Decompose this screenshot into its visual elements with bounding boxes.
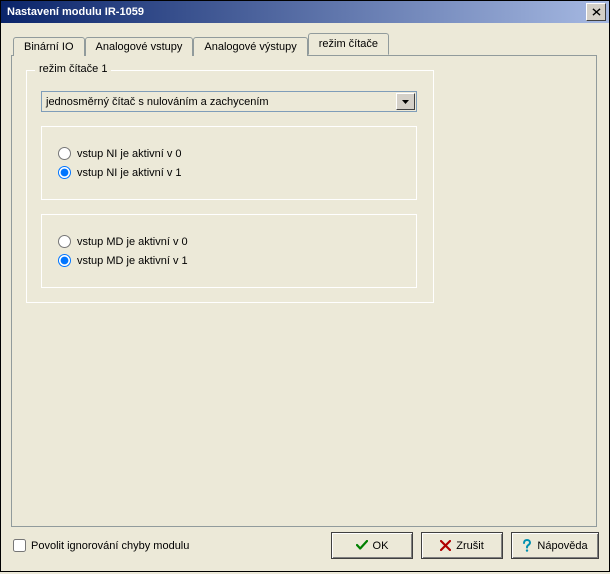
- dropdown-selected-value: jednosměrný čítač s nulováním a zachycen…: [46, 96, 269, 108]
- tab-panel: režim čítače 1 jednosměrný čítač s nulov…: [11, 55, 597, 527]
- radio-input[interactable]: [58, 254, 71, 267]
- close-icon: [592, 8, 601, 16]
- client-area: Binární IO Analogové vstupy Analogové vý…: [1, 23, 609, 571]
- button-row: OK Zrušit Nápověda: [331, 532, 599, 559]
- cancel-button[interactable]: Zrušit: [421, 532, 503, 559]
- radio-ni-active-0[interactable]: vstup NI je aktivní v 0: [56, 147, 402, 160]
- radio-md-active-0[interactable]: vstup MD je aktivní v 0: [56, 235, 402, 248]
- button-label: Zrušit: [456, 540, 484, 552]
- close-button[interactable]: [586, 3, 606, 21]
- group-ni: vstup NI je aktivní v 0 vstup NI je akti…: [41, 126, 417, 200]
- dialog-window: Nastavení modulu IR-1059 Binární IO Anal…: [0, 0, 610, 572]
- group-title: režim čítače 1: [35, 63, 111, 75]
- bottom-bar: Povolit ignorování chyby modulu OK Zruši…: [11, 532, 599, 559]
- chevron-down-icon: [402, 100, 409, 104]
- title-bar: Nastavení modulu IR-1059: [1, 1, 609, 23]
- tab-label: Analogové vstupy: [96, 41, 183, 53]
- radio-label: vstup NI je aktivní v 0: [77, 148, 182, 160]
- button-label: Nápověda: [537, 540, 587, 552]
- radio-label: vstup MD je aktivní v 1: [77, 255, 188, 267]
- radio-input[interactable]: [58, 235, 71, 248]
- tab-label: Binární IO: [24, 41, 74, 53]
- group-counter-mode-1: režim čítače 1 jednosměrný čítač s nulov…: [26, 70, 434, 303]
- ignore-errors-checkbox[interactable]: Povolit ignorování chyby modulu: [11, 539, 189, 552]
- radio-ni-active-1[interactable]: vstup NI je aktivní v 1: [56, 166, 402, 179]
- tab-analog-outputs[interactable]: Analogové výstupy: [193, 37, 307, 56]
- tab-strip: Binární IO Analogové vstupy Analogové vý…: [13, 33, 599, 55]
- checkbox-input[interactable]: [13, 539, 26, 552]
- question-icon: [522, 539, 532, 553]
- radio-md-active-1[interactable]: vstup MD je aktivní v 1: [56, 254, 402, 267]
- tab-counter-mode[interactable]: režim čítače: [308, 33, 389, 55]
- dropdown-button[interactable]: [396, 93, 415, 110]
- radio-label: vstup MD je aktivní v 0: [77, 236, 188, 248]
- tab-analog-inputs[interactable]: Analogové vstupy: [85, 37, 194, 56]
- counter-mode-dropdown[interactable]: jednosměrný čítač s nulováním a zachycen…: [41, 91, 417, 112]
- tab-binary-io[interactable]: Binární IO: [13, 37, 85, 56]
- checkbox-label: Povolit ignorování chyby modulu: [31, 540, 189, 552]
- tab-label: režim čítače: [319, 38, 378, 50]
- check-icon: [356, 540, 368, 551]
- group-md: vstup MD je aktivní v 0 vstup MD je akti…: [41, 214, 417, 288]
- tab-label: Analogové výstupy: [204, 41, 296, 53]
- ok-button[interactable]: OK: [331, 532, 413, 559]
- button-label: OK: [373, 540, 389, 552]
- radio-input[interactable]: [58, 147, 71, 160]
- help-button[interactable]: Nápověda: [511, 532, 599, 559]
- cross-icon: [440, 540, 451, 551]
- window-title: Nastavení modulu IR-1059: [7, 6, 144, 18]
- radio-input[interactable]: [58, 166, 71, 179]
- radio-label: vstup NI je aktivní v 1: [77, 167, 182, 179]
